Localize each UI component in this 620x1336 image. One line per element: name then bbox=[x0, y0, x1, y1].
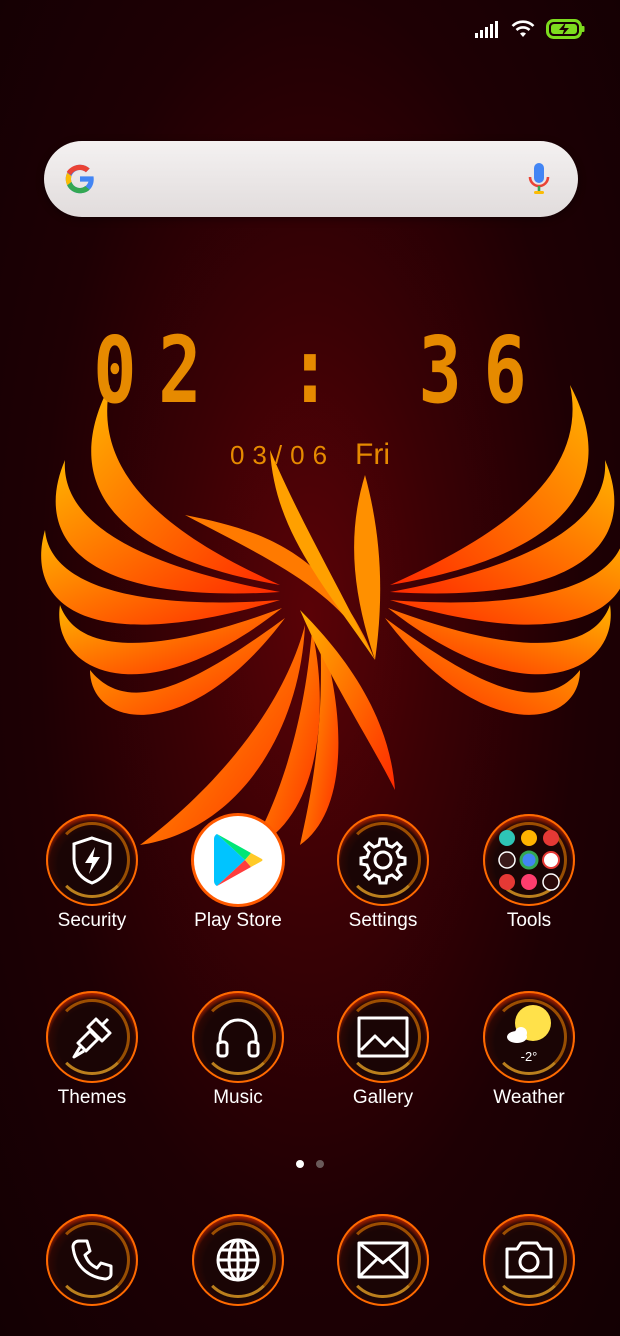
page-indicator[interactable] bbox=[0, 1160, 620, 1168]
google-g-icon bbox=[65, 164, 95, 194]
sun-cloud-icon bbox=[507, 1004, 551, 1043]
folder-tools[interactable]: Tools bbox=[459, 814, 599, 932]
phone-icon bbox=[71, 1239, 113, 1281]
google-search-bar[interactable] bbox=[44, 141, 578, 217]
folder-label: Tools bbox=[506, 910, 552, 931]
headphones-icon bbox=[216, 1018, 260, 1058]
gear-icon bbox=[359, 837, 407, 885]
dock-messages[interactable] bbox=[313, 1214, 453, 1306]
folder-icon bbox=[498, 830, 560, 891]
page-dot-active[interactable] bbox=[296, 1160, 304, 1168]
status-bar bbox=[474, 14, 586, 44]
app-settings[interactable]: Settings bbox=[313, 814, 453, 932]
app-label: Weather bbox=[493, 1087, 565, 1108]
app-label: Themes bbox=[57, 1087, 127, 1108]
app-themes[interactable]: Themes bbox=[22, 991, 162, 1109]
dock-camera[interactable] bbox=[459, 1214, 599, 1306]
date-label: 03/06 bbox=[229, 440, 336, 470]
paintbrush-icon bbox=[72, 1017, 112, 1059]
app-label: Gallery bbox=[352, 1087, 414, 1108]
page-dot[interactable] bbox=[316, 1160, 324, 1168]
shield-bolt-icon bbox=[72, 836, 112, 885]
app-label: Settings bbox=[348, 910, 418, 931]
clock-date[interactable]: 03/06 Fri bbox=[0, 438, 620, 472]
weekday-label: Fri bbox=[355, 438, 391, 471]
wifi-icon bbox=[511, 20, 535, 37]
dock-phone[interactable] bbox=[22, 1214, 162, 1306]
clock-time[interactable]: 02 : 36 bbox=[68, 316, 552, 426]
app-label: Security bbox=[57, 910, 127, 931]
app-label: Play Store bbox=[194, 910, 282, 931]
app-weather[interactable]: -2° Weather bbox=[459, 991, 599, 1109]
globe-icon bbox=[216, 1238, 260, 1282]
camera-icon bbox=[505, 1241, 553, 1279]
app-music[interactable]: Music bbox=[168, 991, 308, 1109]
microphone-icon[interactable] bbox=[528, 162, 550, 196]
play-store-icon bbox=[214, 834, 263, 886]
mail-icon bbox=[357, 1241, 409, 1279]
dock-browser[interactable] bbox=[168, 1214, 308, 1306]
weather-temp: -2° bbox=[520, 1049, 538, 1064]
app-label: Music bbox=[213, 1087, 263, 1108]
app-play-store[interactable]: Play Store bbox=[168, 814, 308, 932]
battery-charging-icon bbox=[546, 19, 585, 39]
app-gallery[interactable]: Gallery bbox=[313, 991, 453, 1109]
app-security[interactable]: Security bbox=[22, 814, 162, 932]
signal-icon bbox=[475, 21, 498, 38]
image-icon bbox=[357, 1016, 409, 1058]
